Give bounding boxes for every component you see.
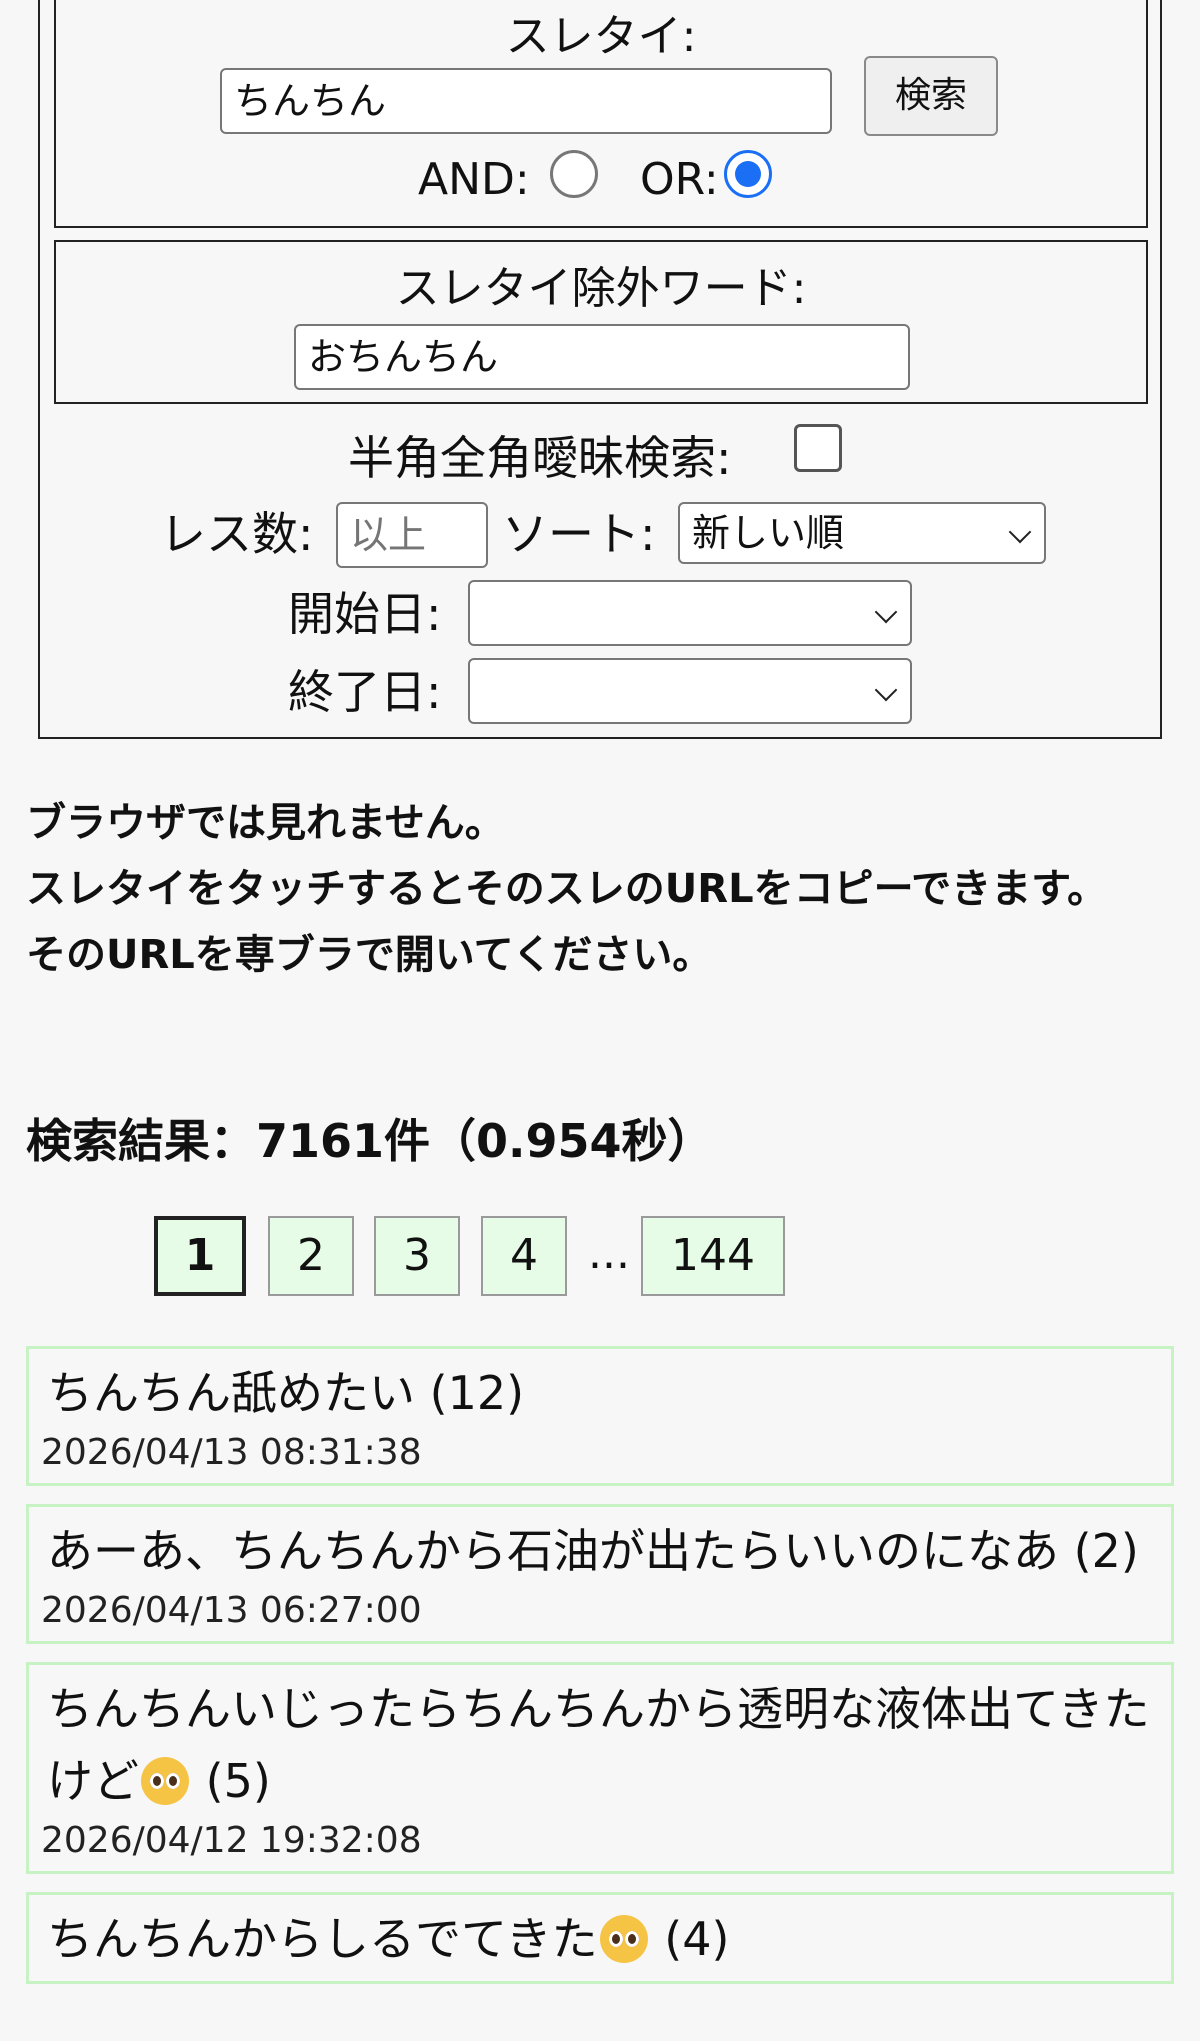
result-date: 2026/04/13 08:31:38 — [41, 1432, 422, 1473]
start-date-select[interactable] — [468, 580, 912, 646]
start-date-label: 開始日: — [288, 587, 442, 641]
title-search-input[interactable]: ちんちん — [220, 68, 832, 134]
usage-notice: ブラウザでは見れません。 スレタイをタッチするとそのスレのURLをコピーできます… — [26, 790, 1176, 988]
result-title-text: ちんちんからしるでてきた — [47, 1912, 598, 1966]
result-date: 2026/04/13 06:27:00 — [41, 1590, 422, 1631]
and-label: AND: — [418, 154, 530, 205]
chevron-down-icon — [1008, 520, 1032, 544]
result-item[interactable]: ちんちんからしるでてきた (4) — [26, 1892, 1174, 1984]
notice-line-1: ブラウザでは見れません。 — [26, 800, 505, 846]
res-count-input[interactable] — [336, 502, 488, 568]
result-list: ちんちん舐めたい (12) 2026/04/13 08:31:38 あーあ、ちん… — [26, 1346, 1174, 2002]
result-title-count: (4) — [649, 1912, 730, 1966]
page-1-button[interactable]: 1 — [154, 1216, 246, 1296]
search-form: スレタイ: ちんちん 検索 AND: OR: スレタイ除外ワード: おちんちん … — [38, 0, 1162, 739]
result-title[interactable]: ちんちん舐めたい (12) — [47, 1357, 1157, 1429]
result-title[interactable]: あーあ、ちんちんから石油が出たらいいのになあ (2) — [47, 1515, 1157, 1587]
result-count: 検索結果：7161件（0.954秒） — [26, 1114, 714, 1168]
page-3-button[interactable]: 3 — [374, 1216, 460, 1296]
pleading-face-icon — [599, 1915, 648, 1963]
title-search-section: スレタイ: ちんちん 検索 AND: OR: — [54, 0, 1148, 228]
notice-line-3: そのURLを専ブラで開いてください。 — [26, 932, 713, 978]
pleading-face-icon — [141, 1757, 189, 1805]
result-title[interactable]: ちんちんからしるでてきた (4) — [47, 1903, 1157, 1975]
search-button[interactable]: 検索 — [864, 56, 998, 136]
res-count-label: レス数: — [160, 507, 314, 561]
exclude-input[interactable]: おちんちん — [294, 324, 910, 390]
exclude-label: スレタイ除外ワード: — [395, 263, 807, 314]
result-title[interactable]: ちんちんいじったらちんちんから透明な液体出てきたけど (5) — [47, 1673, 1157, 1817]
sort-label: ソート: — [502, 507, 656, 561]
chevron-down-icon — [874, 678, 898, 702]
end-date-label: 終了日: — [288, 665, 442, 719]
exclude-section: スレタイ除外ワード: おちんちん — [54, 240, 1148, 404]
pagination: 1 2 3 4 ... 144 — [0, 1216, 1200, 1300]
fuzzy-checkbox[interactable] — [794, 424, 842, 472]
result-title-count: (5) — [191, 1754, 271, 1808]
notice-line-2: スレタイをタッチするとそのスレのURLをコピーできます。 — [26, 866, 1108, 912]
page-4-button[interactable]: 4 — [481, 1216, 567, 1296]
result-item[interactable]: あーあ、ちんちんから石油が出たらいいのになあ (2) 2026/04/13 06… — [26, 1504, 1174, 1644]
or-radio[interactable] — [724, 150, 772, 198]
sort-select[interactable]: 新しい順 — [678, 502, 1046, 564]
end-date-select[interactable] — [468, 658, 912, 724]
fuzzy-label: 半角全角曖昧検索: — [348, 431, 732, 485]
result-date: 2026/04/12 19:32:08 — [41, 1820, 422, 1861]
and-radio[interactable] — [550, 150, 598, 198]
sort-selected-value: 新しい順 — [692, 511, 845, 555]
pagination-ellipsis: ... — [588, 1228, 630, 1279]
page-2-button[interactable]: 2 — [268, 1216, 354, 1296]
page-last-button[interactable]: 144 — [641, 1216, 785, 1296]
chevron-down-icon — [874, 600, 898, 624]
title-label: スレタイ: — [505, 11, 697, 62]
or-label: OR: — [640, 154, 719, 205]
result-item[interactable]: ちんちん舐めたい (12) 2026/04/13 08:31:38 — [26, 1346, 1174, 1486]
match-mode-row: AND: OR: — [56, 148, 1146, 208]
result-item[interactable]: ちんちんいじったらちんちんから透明な液体出てきたけど (5) 2026/04/1… — [26, 1662, 1174, 1874]
